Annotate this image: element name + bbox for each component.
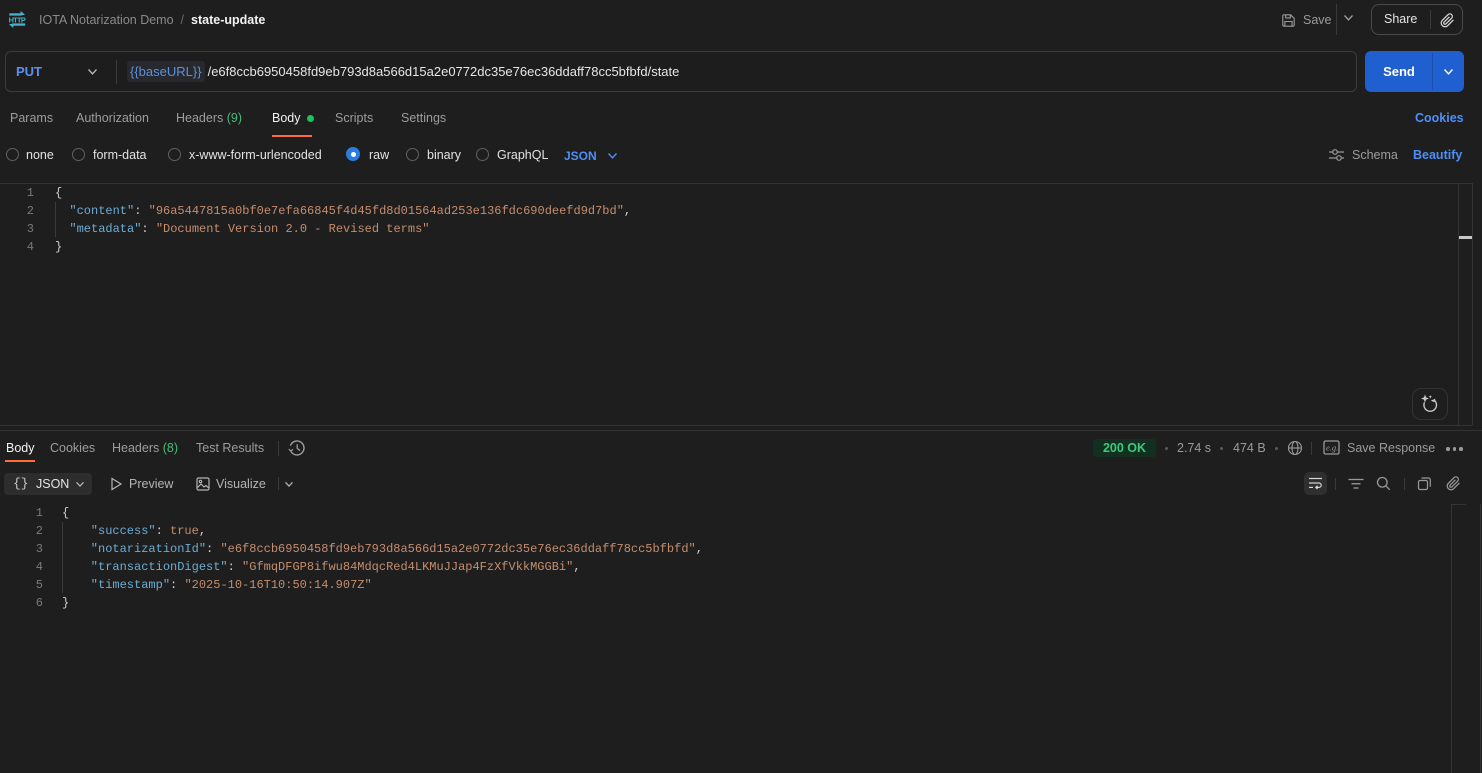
svg-text:e.g.: e.g. bbox=[1326, 443, 1338, 453]
svg-text:HTTP: HTTP bbox=[9, 15, 26, 24]
